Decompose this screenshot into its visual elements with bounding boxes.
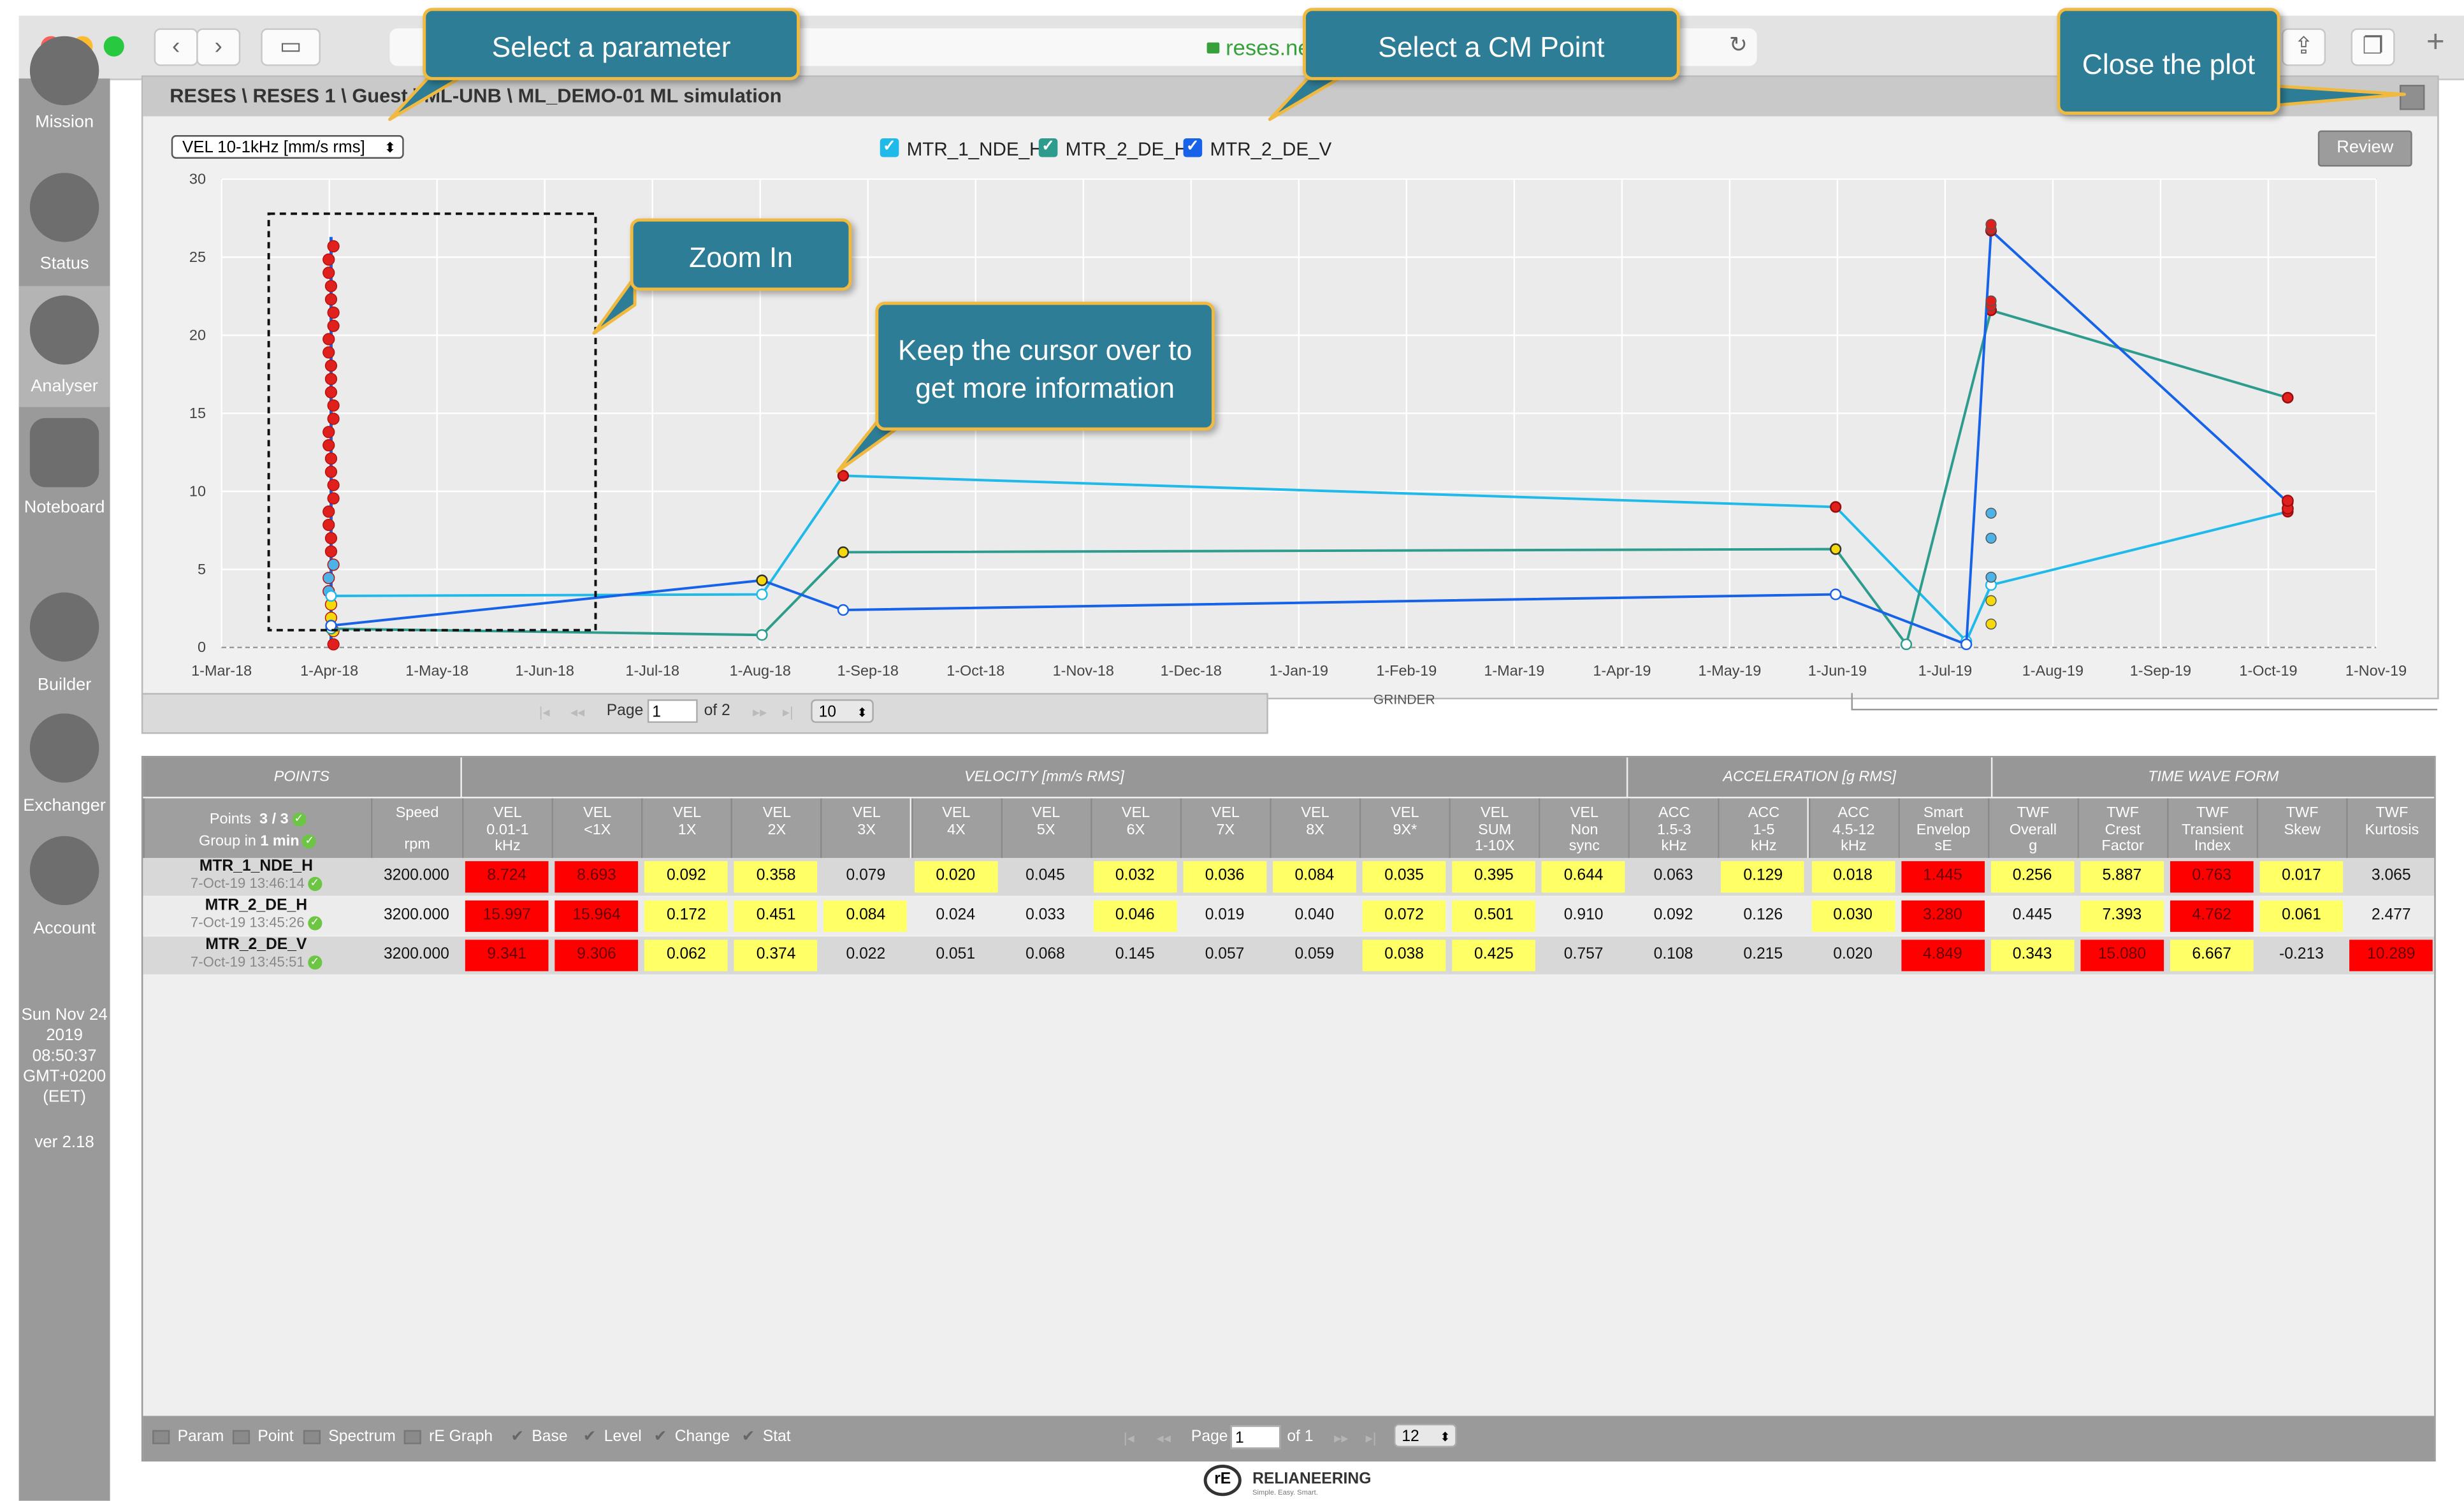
app-root: ‹ › ▭ reses.net ↻ ⇪ ❐ + Mission Status A… bbox=[0, 0, 2464, 1501]
callout-pointers bbox=[388, 76, 2406, 474]
callout-parameter: Select a parameter bbox=[423, 8, 800, 80]
callout-close: Close the plot bbox=[2057, 8, 2280, 115]
callout-cursor: Keep the cursor over to get more informa… bbox=[875, 301, 1215, 431]
callout-cm-point: Select a CM Point bbox=[1302, 8, 1680, 80]
callout-zoom: Zoom In bbox=[630, 218, 852, 291]
